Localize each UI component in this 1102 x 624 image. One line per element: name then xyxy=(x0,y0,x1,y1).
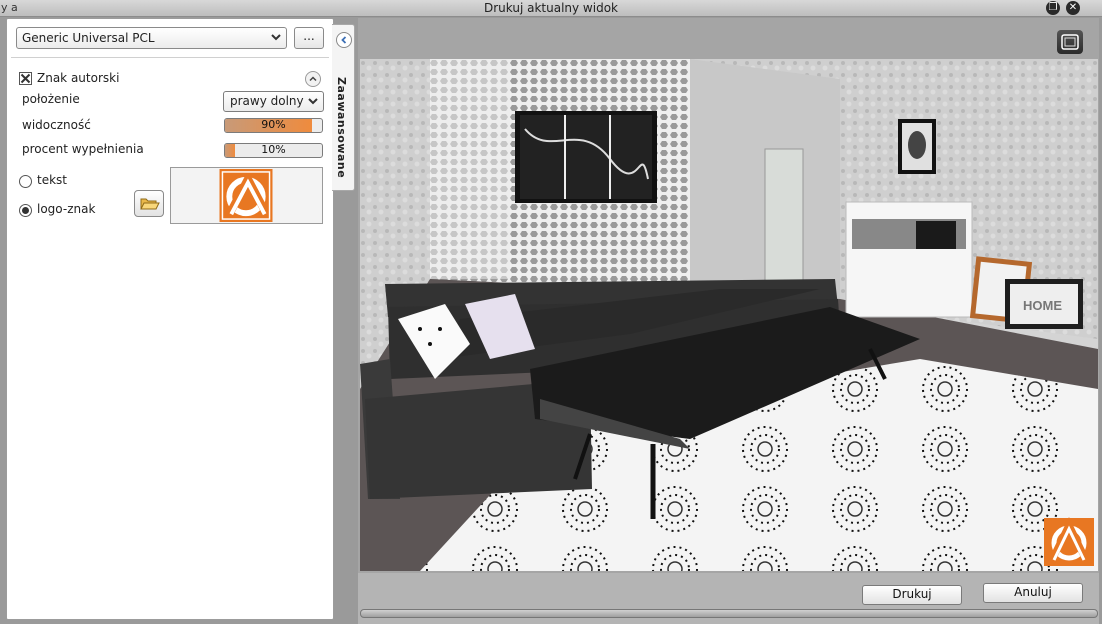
horizontal-scrollbar[interactable] xyxy=(360,609,1098,618)
chevron-down-icon xyxy=(271,34,281,41)
text-option-label: tekst xyxy=(37,173,67,187)
fullscreen-icon xyxy=(1061,34,1079,50)
chevron-left-svg xyxy=(341,36,347,44)
browse-logo-button[interactable] xyxy=(134,190,164,217)
logo-option-radio[interactable] xyxy=(19,204,32,217)
advanced-tab-label: Zaawansowane xyxy=(335,77,348,179)
print-button[interactable]: Drukuj xyxy=(862,585,962,605)
position-select[interactable]: prawy dolny xyxy=(223,91,324,112)
watermark-checkbox-label: Znak autorski xyxy=(37,71,120,85)
restore-icon: ❐ xyxy=(1048,2,1058,13)
divider xyxy=(11,57,329,58)
position-select-value: prawy dolny xyxy=(230,94,304,108)
watermark-checkbox[interactable] xyxy=(19,72,32,85)
fill-percent-value: 10% xyxy=(261,143,286,156)
preview-image: HOME xyxy=(360,59,1098,571)
radio-selected-dot xyxy=(22,207,29,214)
chevron-left-icon[interactable] xyxy=(336,32,352,48)
advanced-tab[interactable]: Zaawansowane xyxy=(332,24,355,191)
printer-select[interactable]: Generic Universal PCL xyxy=(16,27,287,49)
printer-select-value: Generic Universal PCL xyxy=(22,31,155,45)
collapse-section-button[interactable] xyxy=(305,71,321,87)
close-icon: ✕ xyxy=(1068,2,1078,13)
position-label: położenie xyxy=(22,92,80,106)
settings-panel: Generic Universal PCL ... Znak autorski … xyxy=(6,18,334,620)
window-title: Drukuj aktualny widok xyxy=(484,1,618,15)
folder-open-icon xyxy=(140,198,160,210)
visibility-slider[interactable]: 90% xyxy=(224,118,323,133)
close-button[interactable]: ✕ xyxy=(1066,1,1080,15)
logo-preview xyxy=(170,167,323,224)
restore-button[interactable]: ❐ xyxy=(1046,1,1060,15)
cancel-button[interactable]: Anuluj xyxy=(983,583,1083,603)
logo-image xyxy=(219,169,273,222)
checkmark-icon xyxy=(20,73,31,84)
wall-art-text: HOME xyxy=(1023,298,1062,313)
visibility-label: widoczność xyxy=(22,118,91,132)
text-option-radio[interactable] xyxy=(19,175,32,188)
fill-percent-slider[interactable]: 10% xyxy=(224,143,323,158)
window-titlebar: y a Drukuj aktualny widok ❐ ✕ xyxy=(0,0,1102,17)
logo-option-label: logo-znak xyxy=(37,202,96,216)
fill-percent-label: procent wypełnienia xyxy=(22,142,144,156)
chevron-down-icon xyxy=(308,98,318,105)
chevron-up-icon xyxy=(309,76,317,82)
printer-options-button[interactable]: ... xyxy=(294,27,324,49)
visibility-value: 90% xyxy=(261,118,286,131)
fullscreen-button[interactable] xyxy=(1057,30,1083,54)
